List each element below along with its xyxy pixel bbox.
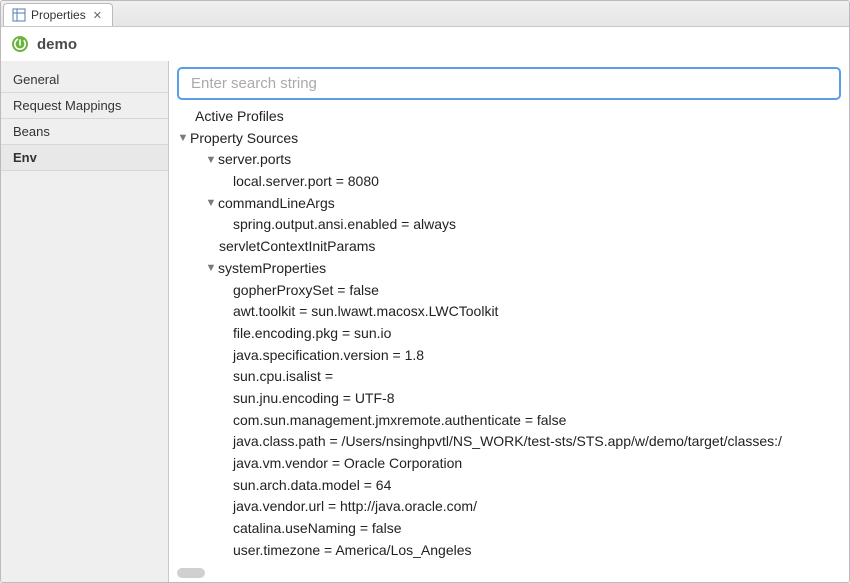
properties-view-icon: [12, 8, 26, 22]
prop-com-sun-management-jmxremote-authenticate[interactable]: com.sun.management.jmxremote.authenticat…: [177, 410, 849, 432]
prop-sun-jnu-encoding-label: sun.jnu.encoding = UTF-8: [233, 388, 394, 410]
breadcrumb: demo: [1, 27, 849, 61]
prop-awt-toolkit-label: awt.toolkit = sun.lwawt.macosx.LWCToolki…: [233, 301, 498, 323]
sidebar-item-request-mappings[interactable]: Request Mappings: [1, 93, 168, 119]
prop-spring-output-ansi-enabled[interactable]: spring.output.ansi.enabled = always: [177, 214, 849, 236]
prop-user-timezone-label: user.timezone = America/Los_Angeles: [233, 540, 472, 562]
close-icon[interactable]: ✕: [91, 9, 104, 22]
prop-gopherProxySet-label: gopherProxySet = false: [233, 280, 379, 302]
disclosure-triangle-icon[interactable]: ▼: [205, 195, 217, 212]
property-sources-label: Property Sources: [190, 128, 298, 150]
sidebar-item-beans[interactable]: Beans: [1, 119, 168, 145]
prop-catalina-useNaming[interactable]: catalina.useNaming = false: [177, 518, 849, 540]
prop-sun-jnu-encoding[interactable]: sun.jnu.encoding = UTF-8: [177, 388, 849, 410]
prop-java-specification-version[interactable]: java.specification.version = 1.8: [177, 345, 849, 367]
source-systemProperties-label: systemProperties: [218, 258, 326, 280]
search-input[interactable]: [189, 74, 829, 93]
source-servletContextInitParams[interactable]: servletContextInitParams: [177, 236, 849, 258]
scroll-thumb[interactable]: [177, 568, 205, 578]
tab-properties[interactable]: Properties ✕: [3, 3, 113, 26]
horizontal-scrollbar[interactable]: [177, 568, 841, 578]
prop-java-vendor-url[interactable]: java.vendor.url = http://java.oracle.com…: [177, 496, 849, 518]
active-profiles-label: Active Profiles: [195, 106, 284, 128]
prop-os-name-label: os.name = Mac OS X: [233, 561, 366, 566]
prop-sun-arch-data-model[interactable]: sun.arch.data.model = 64: [177, 475, 849, 497]
sidebar-item-env[interactable]: Env: [1, 145, 168, 171]
sidebar-item-general[interactable]: General: [1, 67, 168, 93]
property-sources[interactable]: ▼Property Sources: [177, 128, 849, 150]
sidebar: GeneralRequest MappingsBeansEnv: [1, 61, 169, 582]
disclosure-triangle-icon[interactable]: ▼: [205, 260, 217, 277]
prop-java-vm-vendor-label: java.vm.vendor = Oracle Corporation: [233, 453, 462, 475]
prop-file-encoding-pkg-label: file.encoding.pkg = sun.io: [233, 323, 391, 345]
source-systemProperties[interactable]: ▼systemProperties: [177, 258, 849, 280]
source-commandLineArgs-label: commandLineArgs: [218, 193, 335, 215]
prop-local-server-port-label: local.server.port = 8080: [233, 171, 379, 193]
search-box[interactable]: [177, 67, 841, 100]
active-profiles[interactable]: Active Profiles: [177, 106, 849, 128]
main-content: Active Profiles▼Property Sources▼server.…: [169, 61, 849, 582]
prop-awt-toolkit[interactable]: awt.toolkit = sun.lwawt.macosx.LWCToolki…: [177, 301, 849, 323]
prop-java-class-path-label: java.class.path = /Users/nsinghpvtl/NS_W…: [233, 431, 782, 453]
source-server.ports[interactable]: ▼server.ports: [177, 149, 849, 171]
prop-local-server-port[interactable]: local.server.port = 8080: [177, 171, 849, 193]
properties-panel: Properties ✕ demo GeneralRequest Mapping…: [0, 0, 850, 583]
prop-java-vm-vendor[interactable]: java.vm.vendor = Oracle Corporation: [177, 453, 849, 475]
prop-spring-output-ansi-enabled-label: spring.output.ansi.enabled = always: [233, 214, 456, 236]
source-servletContextInitParams-label: servletContextInitParams: [219, 236, 375, 258]
tab-label: Properties: [31, 8, 86, 22]
prop-sun-arch-data-model-label: sun.arch.data.model = 64: [233, 475, 391, 497]
prop-sun-cpu-isalist[interactable]: sun.cpu.isalist =: [177, 366, 849, 388]
property-tree: Active Profiles▼Property Sources▼server.…: [177, 104, 849, 566]
disclosure-triangle-icon[interactable]: ▼: [177, 130, 189, 147]
prop-com-sun-management-jmxremote-authenticate-label: com.sun.management.jmxremote.authenticat…: [233, 410, 566, 432]
prop-java-specification-version-label: java.specification.version = 1.8: [233, 345, 424, 367]
prop-os-name[interactable]: os.name = Mac OS X: [177, 561, 849, 566]
source-server.ports-label: server.ports: [218, 149, 291, 171]
spring-boot-icon: [11, 35, 29, 53]
prop-java-vendor-url-label: java.vendor.url = http://java.oracle.com…: [233, 496, 477, 518]
tab-bar: Properties ✕: [1, 1, 849, 27]
project-name: demo: [37, 36, 77, 53]
source-commandLineArgs[interactable]: ▼commandLineArgs: [177, 193, 849, 215]
prop-file-encoding-pkg[interactable]: file.encoding.pkg = sun.io: [177, 323, 849, 345]
prop-user-timezone[interactable]: user.timezone = America/Los_Angeles: [177, 540, 849, 562]
prop-catalina-useNaming-label: catalina.useNaming = false: [233, 518, 402, 540]
prop-gopherProxySet[interactable]: gopherProxySet = false: [177, 280, 849, 302]
prop-java-class-path[interactable]: java.class.path = /Users/nsinghpvtl/NS_W…: [177, 431, 849, 453]
prop-sun-cpu-isalist-label: sun.cpu.isalist =: [233, 366, 333, 388]
disclosure-triangle-icon[interactable]: ▼: [205, 152, 217, 169]
